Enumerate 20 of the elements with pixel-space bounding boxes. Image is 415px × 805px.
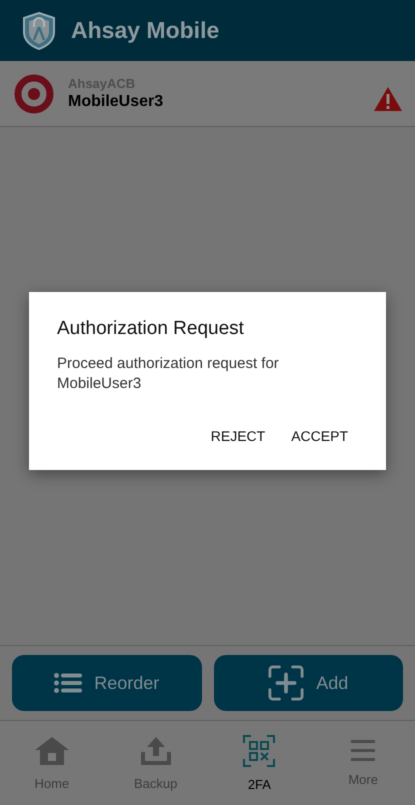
nav-tab[interactable]: Home: [0, 721, 104, 805]
reject-button[interactable]: REJECT: [200, 420, 276, 452]
app-title: Ahsay Mobile: [71, 17, 220, 44]
nav-tab[interactable]: Backup: [104, 721, 208, 805]
user-name: MobileUser3: [68, 93, 164, 111]
dialog-message: Proceed authorization request for MobileUser3: [57, 354, 280, 394]
accept-button[interactable]: ACCEPT: [281, 420, 358, 452]
qr-code-icon: [243, 734, 276, 766]
nav-tab[interactable]: More: [311, 721, 415, 805]
list-icon: [54, 673, 82, 693]
menu-icon: [351, 740, 376, 762]
add-button[interactable]: Add: [214, 655, 403, 711]
shield-logo-icon: [22, 12, 56, 50]
reorder-button[interactable]: Reorder: [12, 655, 202, 711]
nav-tab[interactable]: 2FA: [208, 721, 312, 805]
home-icon: [34, 736, 70, 766]
dialog-title: Authorization Request: [57, 318, 245, 340]
account-logo-icon: [14, 74, 54, 114]
upload-icon: [140, 736, 172, 766]
add-frame-icon: [268, 665, 304, 701]
